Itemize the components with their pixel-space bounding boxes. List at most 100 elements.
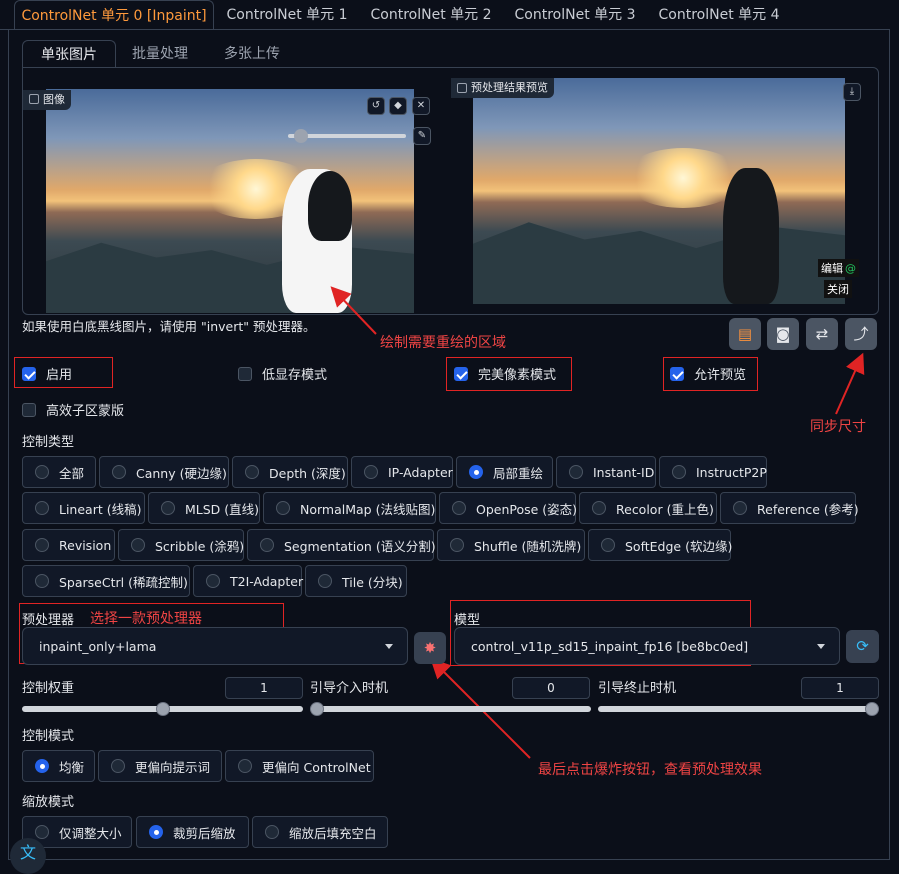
control-type-option-label: Recolor (重上色)	[616, 501, 714, 517]
resize-mode-option[interactable]: 缩放后填充空白	[252, 816, 388, 848]
refresh-models-button[interactable]: ⟳	[846, 630, 879, 663]
start-input[interactable]: 0	[512, 677, 590, 699]
control-type-option-label: SparseCtrl (稀疏控制)	[59, 574, 188, 590]
control-mode-option[interactable]: 更偏向提示词	[98, 750, 222, 782]
control-mode-option[interactable]: 均衡	[22, 750, 95, 782]
weight-slider-thumb[interactable]	[155, 702, 170, 716]
control-type-option[interactable]: Instant-ID	[556, 456, 656, 488]
control-type-option[interactable]: Recolor (重上色)	[579, 492, 717, 524]
annotation-draw-area: 绘制需要重绘的区域	[380, 335, 506, 351]
control-type-option-label: OpenPose (姿态)	[476, 501, 578, 517]
control-type-option[interactable]: OpenPose (姿态)	[439, 492, 578, 524]
translate-icon: 文	[19, 843, 36, 862]
radio-dot[interactable]	[111, 759, 125, 773]
control-type-option[interactable]: Depth (深度)	[232, 456, 348, 488]
checkbox-box[interactable]	[454, 366, 468, 381]
pixel-perfect-checkbox[interactable]: 完美像素模式	[454, 364, 556, 383]
radio-dot[interactable]	[131, 538, 145, 552]
control-type-option[interactable]: Revision	[22, 529, 115, 561]
control-mode-option-label: 更偏向 ControlNet	[262, 759, 371, 775]
control-mode-option-label: 更偏向提示词	[135, 759, 211, 775]
control-type-option[interactable]: Lineart (线稿)	[22, 492, 145, 524]
radio-dot[interactable]	[112, 465, 126, 479]
floating-action-button[interactable]: 文	[10, 838, 46, 874]
radio-dot[interactable]	[161, 501, 175, 515]
resize-mode-option[interactable]: 裁剪后缩放	[136, 816, 249, 848]
end-slider-thumb[interactable]	[865, 702, 879, 716]
checkbox-box[interactable]	[22, 366, 36, 381]
control-type-option[interactable]: IP-Adapter	[351, 456, 453, 488]
radio-dot[interactable]	[265, 825, 279, 839]
control-type-option[interactable]: Scribble (涂鸦)	[118, 529, 244, 561]
radio-dot[interactable]	[569, 465, 583, 479]
low-vram-checkbox[interactable]: 低显存模式	[238, 364, 327, 383]
control-type-option[interactable]: Tile (分块)	[305, 565, 407, 597]
radio-dot[interactable]	[276, 501, 290, 515]
radio-dot[interactable]	[206, 574, 220, 588]
enable-checkbox[interactable]: 启用	[22, 364, 72, 383]
end-slider[interactable]	[598, 706, 879, 712]
radio-dot[interactable]	[452, 501, 466, 515]
radio-dot[interactable]	[450, 538, 464, 552]
control-type-option-label: 局部重绘	[493, 465, 544, 481]
radio-dot[interactable]	[149, 825, 163, 839]
control-type-option-label: 全部	[59, 465, 85, 481]
radio-dot[interactable]	[672, 465, 686, 479]
checkbox-box[interactable]	[22, 402, 36, 417]
radio-dot[interactable]	[35, 501, 49, 515]
weight-input[interactable]: 1	[225, 677, 303, 699]
radio-dot[interactable]	[35, 574, 49, 588]
refresh-icon: ⟳	[856, 637, 869, 655]
end-input[interactable]: 1	[801, 677, 879, 699]
model-value: control_v11p_sd15_inpaint_fp16 [be8bc0ed…	[471, 638, 749, 654]
control-type-option[interactable]: Segmentation (语义分割)	[247, 529, 436, 561]
control-mode-option[interactable]: 更偏向 ControlNet	[225, 750, 374, 782]
end-label: 引导终止时机	[598, 681, 677, 696]
control-type-option-label: Tile (分块)	[342, 574, 403, 590]
resize-mode-option-label: 仅调整大小	[59, 825, 122, 841]
radio-dot[interactable]	[35, 538, 49, 552]
radio-dot[interactable]	[601, 538, 615, 552]
control-type-option[interactable]: MLSD (直线)	[148, 492, 260, 524]
start-slider[interactable]	[310, 706, 591, 712]
control-type-option[interactable]: Shuffle (随机洗牌)	[437, 529, 585, 561]
radio-dot[interactable]	[733, 501, 747, 515]
radio-dot[interactable]	[364, 465, 378, 479]
radio-dot[interactable]	[245, 465, 259, 479]
control-type-option[interactable]: SoftEdge (软边缘)	[588, 529, 732, 561]
model-select[interactable]: control_v11p_sd15_inpaint_fp16 [be8bc0ed…	[454, 627, 840, 665]
control-type-option[interactable]: Canny (硬边缘)	[99, 456, 229, 488]
control-type-option-label: Reference (参考)	[757, 501, 859, 517]
radio-dot[interactable]	[469, 465, 483, 479]
run-preprocessor-button[interactable]: ✸	[414, 632, 446, 664]
radio-dot[interactable]	[35, 465, 49, 479]
resize-mode-option-label: 缩放后填充空白	[289, 825, 377, 841]
allow-preview-checkbox[interactable]: 允许预览	[670, 364, 746, 383]
control-type-option-label: T2I-Adapter	[230, 573, 304, 589]
checkbox-box[interactable]	[238, 366, 252, 381]
control-type-option[interactable]: 全部	[22, 456, 96, 488]
control-type-option-label: InstructP2P	[696, 464, 767, 480]
control-type-option[interactable]: NormalMap (法线贴图)	[263, 492, 436, 524]
radio-dot[interactable]	[592, 501, 606, 515]
control-type-option[interactable]: Reference (参考)	[720, 492, 859, 524]
radio-dot[interactable]	[35, 825, 49, 839]
control-type-option-label: Lineart (线稿)	[59, 501, 142, 517]
control-type-option[interactable]: InstructP2P	[659, 456, 767, 488]
radio-dot[interactable]	[260, 538, 274, 552]
radio-dot[interactable]	[35, 759, 49, 773]
preprocessor-select[interactable]: inpaint_only+lama	[22, 627, 408, 665]
control-type-option-label: Depth (深度)	[269, 465, 346, 481]
radio-dot[interactable]	[238, 759, 252, 773]
start-label: 引导介入时机	[310, 681, 389, 696]
resize-mode-option-label: 裁剪后缩放	[173, 825, 236, 841]
control-type-option[interactable]: SparseCtrl (稀疏控制)	[22, 565, 190, 597]
resize-mode-label: 缩放模式	[22, 795, 75, 810]
start-slider-thumb[interactable]	[310, 702, 324, 716]
radio-dot[interactable]	[318, 574, 332, 588]
control-type-option[interactable]: T2I-Adapter	[193, 565, 304, 597]
efficient-mask-checkbox[interactable]: 高效子区蒙版	[22, 400, 124, 419]
checkbox-box[interactable]	[670, 366, 684, 381]
control-type-option[interactable]: 局部重绘	[456, 456, 553, 488]
enable-label: 启用	[46, 368, 73, 383]
